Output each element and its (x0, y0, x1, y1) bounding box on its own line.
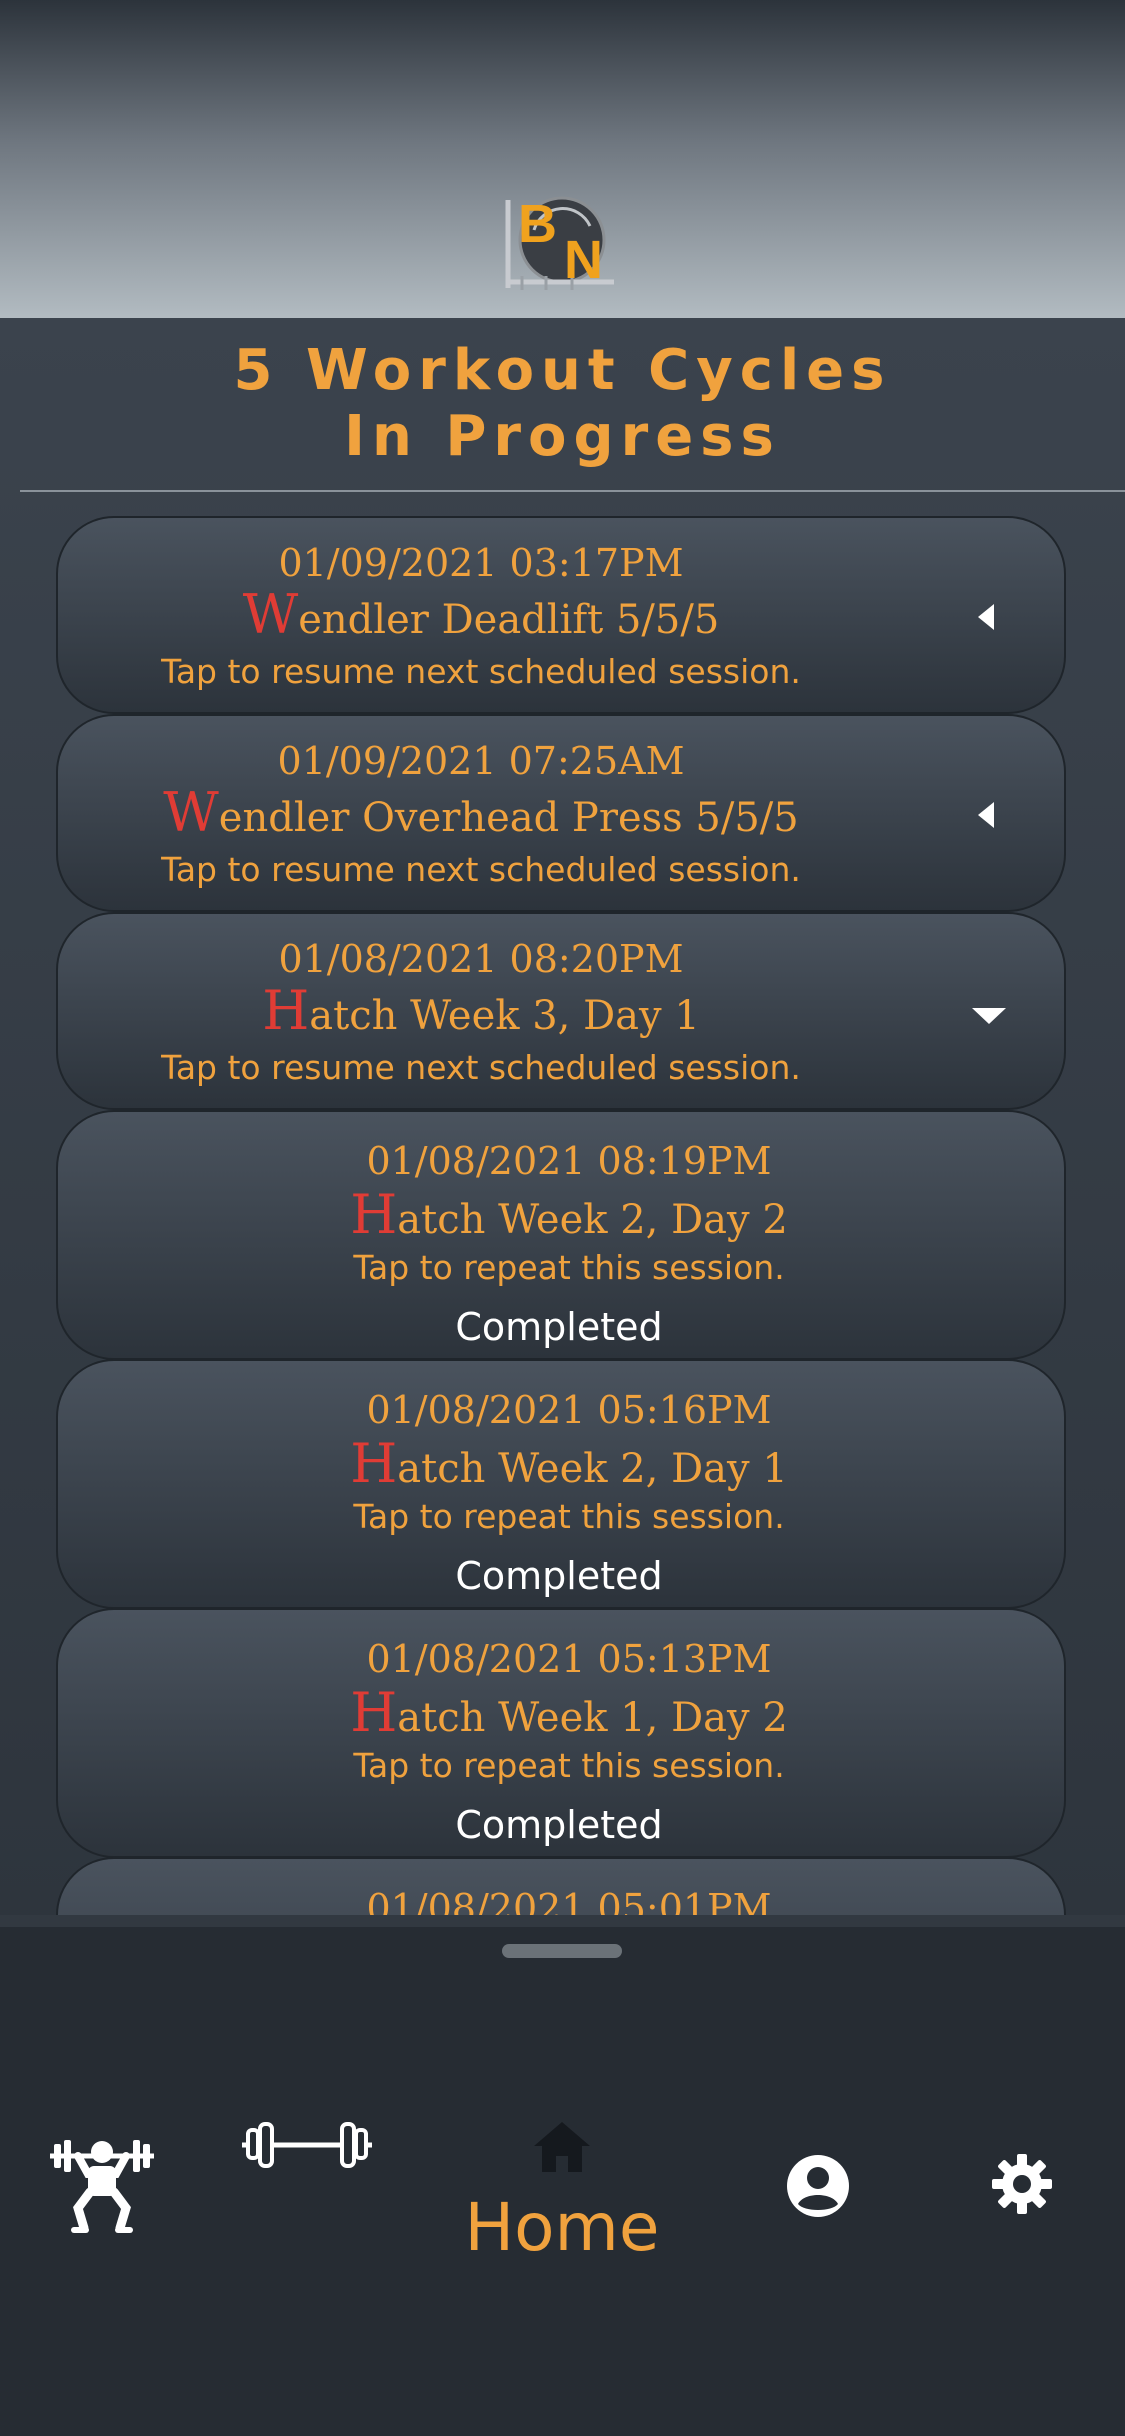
svg-text:B: B (518, 194, 557, 254)
barbell-icon (242, 2122, 372, 2168)
tab-profile[interactable] (786, 2154, 850, 2218)
svg-text:N: N (564, 230, 603, 290)
sheet-edge (0, 1915, 1125, 1927)
session-card-completed[interactable]: 01/08/2021 08:19PM Hatch Week 2, Day 2 T… (56, 1110, 1066, 1360)
session-date: 01/08/2021 08:20PM (278, 937, 684, 981)
session-card-completed[interactable]: 01/08/2021 05:13PM Hatch Week 1, Day 2 T… (56, 1608, 1066, 1858)
session-card-completed[interactable]: 01/08/2021 05:16PM Hatch Week 2, Day 1 T… (56, 1359, 1066, 1609)
session-name: Hatch Week 2, Day 2 (66, 1188, 1072, 1245)
session-initial: W (242, 583, 299, 646)
tab-home-label: Home (464, 2189, 660, 2266)
session-hint: Tap to repeat this session. (353, 1497, 785, 1536)
session-hint: Tap to resume next scheduled session. (161, 652, 801, 691)
title-line-1: 5 Workout Cycles (233, 338, 892, 403)
divider (20, 490, 1125, 492)
session-hint: Tap to resume next scheduled session. (161, 1048, 801, 1087)
session-card-partial[interactable]: 01/08/2021 05:01PM (56, 1857, 1066, 1915)
app-logo: B N (505, 194, 614, 290)
home-icon (534, 2122, 590, 2172)
session-card-in-progress[interactable]: 01/08/2021 08:20PM Hatch Week 3, Day 1 T… (56, 912, 1066, 1110)
session-name: Wendler Overhead Press 5/5/5 (0, 786, 984, 843)
session-hint: Tap to resume next scheduled session. (161, 850, 801, 889)
gear-icon (992, 2154, 1052, 2214)
page-title: 5 Workout Cycles In Progress (0, 338, 1125, 470)
session-initial: H (262, 979, 310, 1042)
session-date: 01/08/2021 05:01PM (366, 1886, 772, 1915)
cycles-panel: 5 Workout Cycles In Progress 01/09/2021 … (0, 318, 1125, 1915)
session-initial: H (350, 1432, 398, 1495)
session-date: 01/08/2021 08:19PM (366, 1139, 772, 1183)
session-date: 01/09/2021 03:17PM (278, 541, 684, 585)
session-name-rest: atch Week 2, Day 2 (397, 1197, 788, 1243)
session-card-in-progress[interactable]: 01/09/2021 07:25AM Wendler Overhead Pres… (56, 714, 1066, 912)
session-date: 01/08/2021 05:16PM (366, 1388, 772, 1432)
chevron-left-icon[interactable] (972, 602, 1002, 632)
profile-icon (787, 2155, 849, 2217)
session-name: Wendler Deadlift 5/5/5 (0, 588, 984, 645)
session-name-rest: endler Overhead Press 5/5/5 (218, 795, 799, 841)
session-hint: Tap to repeat this session. (353, 1248, 785, 1287)
weightlifter-icon (50, 2140, 154, 2233)
status-label: Completed (455, 1305, 663, 1349)
session-initial: W (163, 781, 219, 844)
session-name-rest: atch Week 2, Day 1 (397, 1446, 788, 1492)
tab-barbell[interactable] (240, 2120, 374, 2170)
status-label: Completed (455, 1803, 663, 1847)
session-card-in-progress[interactable]: 01/09/2021 03:17PM Wendler Deadlift 5/5/… (56, 516, 1066, 714)
session-date: 01/09/2021 07:25AM (277, 739, 685, 783)
tab-home[interactable]: Home (430, 2120, 694, 2270)
session-name: Hatch Week 2, Day 1 (66, 1437, 1072, 1494)
tab-workout[interactable] (46, 2134, 158, 2234)
app-header: B N (0, 0, 1125, 318)
session-initial: H (350, 1183, 398, 1246)
status-label: Completed (455, 1554, 663, 1598)
session-name: Hatch Week 3, Day 1 (0, 984, 984, 1041)
session-name-rest: atch Week 1, Day 2 (397, 1695, 788, 1741)
chevron-down-icon[interactable] (970, 1000, 1008, 1030)
chevron-left-icon[interactable] (972, 800, 1002, 830)
title-line-2: In Progress (344, 404, 781, 469)
session-name-rest: endler Deadlift 5/5/5 (298, 597, 720, 643)
session-date: 01/08/2021 05:13PM (366, 1637, 772, 1681)
session-name: Hatch Week 1, Day 2 (66, 1686, 1072, 1743)
session-initial: H (350, 1681, 398, 1744)
tab-settings[interactable] (990, 2152, 1054, 2216)
session-hint: Tap to repeat this session. (353, 1746, 785, 1785)
session-name-rest: atch Week 3, Day 1 (309, 993, 700, 1039)
sheet-grabber[interactable] (502, 1944, 622, 1958)
